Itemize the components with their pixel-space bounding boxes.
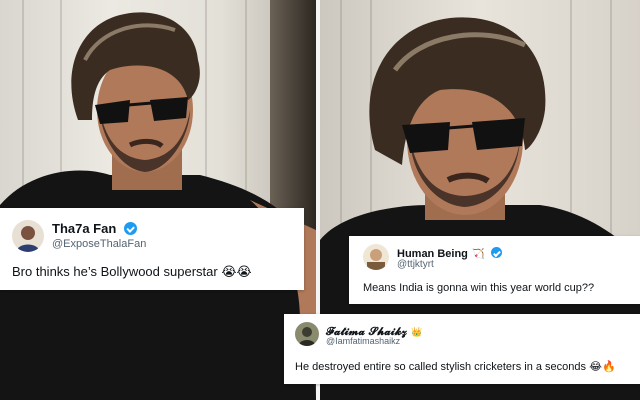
avatar[interactable] bbox=[363, 244, 389, 270]
tweet-body: Bro thinks he’s Bollywood superstar bbox=[12, 264, 218, 279]
left-photo bbox=[0, 0, 316, 400]
user-handle[interactable]: @ExposeThalaFan bbox=[52, 238, 146, 250]
tweet-body: He destroyed entire so called stylish cr… bbox=[295, 361, 587, 373]
crown-icon: 👑 bbox=[411, 328, 423, 338]
avatar[interactable] bbox=[295, 322, 319, 346]
tweet-card[interactable]: 𝓕𝓪𝓽𝓲𝓶𝓪 𝓢𝓱𝓪𝓲𝓴𝔃 👑 @Iamfatimashaikz He dest… bbox=[284, 314, 640, 384]
verified-badge-icon bbox=[123, 222, 137, 236]
display-name[interactable]: Tha7a Fan bbox=[52, 221, 116, 236]
verified-badge-icon bbox=[491, 247, 503, 259]
tweet-text: Bro thinks he’s Bollywood superstar 😭😭 bbox=[12, 264, 252, 280]
crying-emoji-icon: 😭😭 bbox=[221, 265, 252, 280]
avatar[interactable] bbox=[12, 220, 44, 252]
man-figure bbox=[0, 12, 316, 400]
user-handle[interactable]: @Iamfatimashaikz bbox=[326, 336, 400, 346]
tweet-card[interactable]: Human Being 🏹 @ttjktyrt Means India is g… bbox=[349, 236, 640, 304]
tweet-card[interactable]: Tha7a Fan @ExposeThalaFan Bro thinks he’… bbox=[0, 208, 304, 290]
tweet-text: Means India is gonna win this year world… bbox=[363, 282, 595, 294]
bow-and-arrow-icon: 🏹 bbox=[472, 249, 485, 260]
tweet-text: He destroyed entire so called stylish cr… bbox=[295, 360, 616, 373]
user-handle[interactable]: @ttjktyrt bbox=[397, 259, 434, 270]
laughing-fire-emoji-icon: 😂🔥 bbox=[589, 360, 616, 373]
